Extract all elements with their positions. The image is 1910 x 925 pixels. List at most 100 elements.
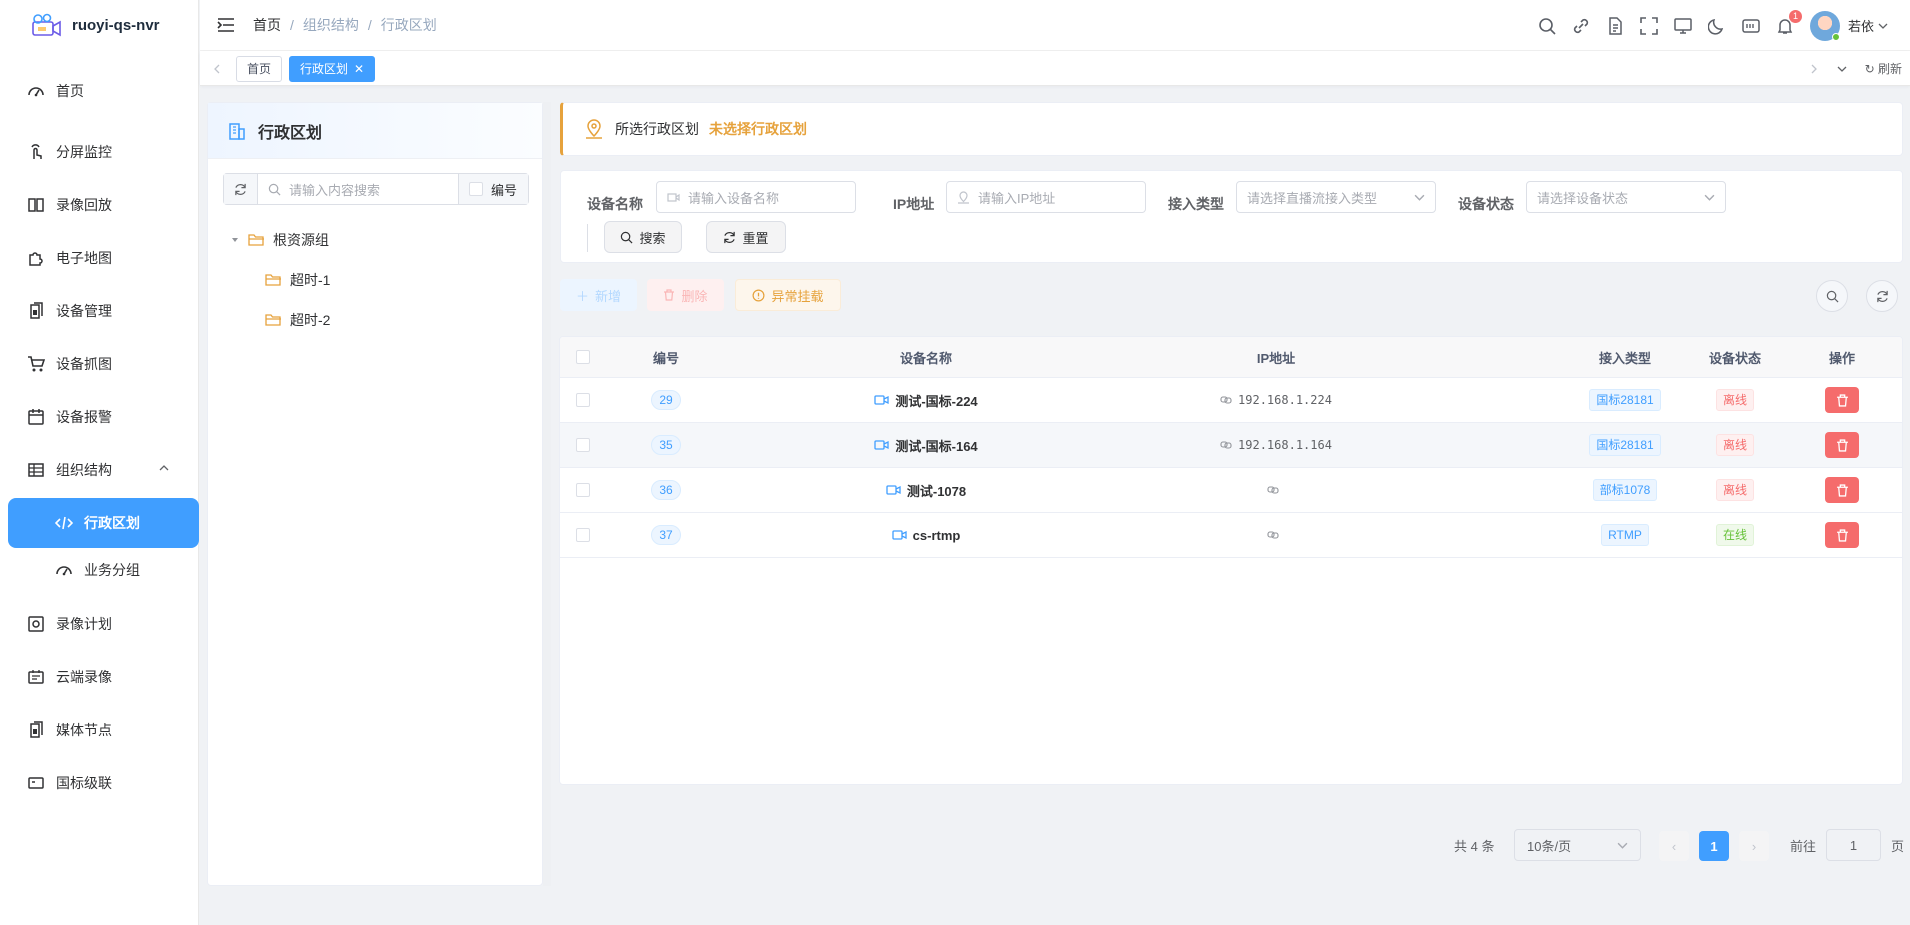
- delete-button[interactable]: 删除: [647, 279, 724, 311]
- next-page-button[interactable]: ›: [1739, 831, 1769, 861]
- chevron-right-icon[interactable]: [1809, 64, 1819, 74]
- row-checkbox[interactable]: [576, 438, 590, 452]
- monitor-icon[interactable]: [1674, 17, 1692, 35]
- row-checkbox[interactable]: [576, 483, 590, 497]
- col-name: 设备名称: [899, 350, 952, 366]
- notification-bell[interactable]: 1: [1776, 9, 1802, 35]
- chevron-down-icon[interactable]: [1878, 21, 1888, 31]
- sidebar-item-6[interactable]: 设备报警: [0, 393, 199, 441]
- search-icon[interactable]: [1538, 17, 1556, 35]
- delete-row-button[interactable]: [1825, 387, 1859, 413]
- reset-button[interactable]: 重置: [706, 221, 786, 253]
- delete-row-button[interactable]: [1825, 522, 1859, 548]
- device-name[interactable]: 测试-1078: [907, 481, 966, 500]
- toggle-search-button[interactable]: [1816, 280, 1848, 312]
- row-checkbox[interactable]: [576, 393, 590, 407]
- region-tree-panel: 行政区划 请输入内容搜索 编号 根资源组 超时-1 超时-2: [207, 102, 543, 886]
- sidebar-item-3[interactable]: 电子地图: [0, 234, 199, 282]
- device-name-placeholder: 请输入设备名称: [688, 190, 780, 206]
- device-name[interactable]: cs-rtmp: [913, 528, 961, 543]
- status-select[interactable]: 请选择设备状态: [1526, 181, 1726, 213]
- sidebar-item-7[interactable]: 组织结构: [0, 446, 199, 494]
- delete-row-button[interactable]: [1825, 432, 1859, 458]
- checkbox[interactable]: [469, 182, 483, 196]
- access-type-select[interactable]: 请选择直播流接入类型: [1236, 181, 1436, 213]
- col-id: 编号: [652, 350, 679, 366]
- search-button[interactable]: 搜索: [604, 221, 682, 253]
- sidebar-item-9[interactable]: 业务分组: [0, 546, 199, 594]
- sidebar-item-2[interactable]: 录像回放: [0, 181, 199, 229]
- abnormal-mount-label: 异常挂载: [771, 288, 824, 304]
- tree-refresh-button[interactable]: [224, 174, 258, 204]
- device-name[interactable]: 测试-国标-164: [895, 436, 977, 455]
- device-id: 35: [651, 435, 681, 455]
- page-size-select[interactable]: 10条/页: [1514, 829, 1641, 861]
- sidebar-item-13[interactable]: 国标级联: [0, 759, 199, 807]
- table-row[interactable]: 37 cs-rtmp RTMP 在线: [560, 513, 1902, 558]
- app-logo[interactable]: ruoyi-qs-nvr: [0, 0, 198, 51]
- select-all-checkbox[interactable]: [576, 350, 590, 364]
- tag-home[interactable]: 首页: [236, 56, 283, 82]
- number-checkbox[interactable]: 编号: [458, 174, 528, 204]
- size-icon[interactable]: [1742, 17, 1760, 35]
- device-ip: 192.168.1.164: [1238, 438, 1332, 452]
- add-button[interactable]: ＋ 新增: [560, 279, 637, 311]
- table-row[interactable]: 29 测试-国标-224 192.168.1.224 国标28181 离线: [560, 378, 1902, 423]
- link-icon: [1267, 486, 1279, 494]
- sidebar-item-1[interactable]: 分屏监控: [0, 128, 199, 176]
- tag-active[interactable]: 行政区划 ✕: [289, 56, 376, 82]
- link-icon: [1220, 396, 1232, 404]
- avatar[interactable]: [1809, 10, 1840, 41]
- sidebar-item-4[interactable]: 设备管理: [0, 287, 199, 335]
- caret-down-icon[interactable]: [230, 235, 240, 245]
- table-row[interactable]: 35 测试-国标-164 192.168.1.164 国标28181 离线: [560, 423, 1902, 468]
- sidebar-item-label: 设备报警: [56, 409, 112, 425]
- breadcrumb-current: 行政区划: [380, 17, 437, 33]
- tree-node-root[interactable]: 根资源组: [230, 230, 329, 250]
- page-number[interactable]: 1: [1699, 831, 1729, 861]
- hamburger-icon[interactable]: [217, 16, 235, 34]
- tree-node-child[interactable]: 超时-1: [265, 270, 330, 290]
- link-icon[interactable]: [1572, 17, 1590, 35]
- sidebar-item-5[interactable]: 设备抓图: [0, 340, 199, 388]
- ip-label: IP地址: [893, 196, 935, 212]
- tree-node-child[interactable]: 超时-2: [265, 310, 330, 330]
- abnormal-mount-button[interactable]: 异常挂载: [735, 279, 841, 311]
- refresh-button[interactable]: ↻ 刷新: [1865, 60, 1902, 77]
- sidebar-item-11[interactable]: 云端录像: [0, 653, 199, 701]
- device-name[interactable]: 测试-国标-224: [895, 391, 977, 410]
- goto-page-input[interactable]: 1: [1826, 829, 1881, 861]
- refresh-icon: [1876, 290, 1888, 302]
- ip-input[interactable]: 请输入IP地址: [946, 181, 1146, 213]
- location-icon: [586, 119, 602, 139]
- link-icon: [1220, 441, 1232, 449]
- link-icon: [1267, 531, 1279, 539]
- tree-search-input[interactable]: 请输入内容搜索: [258, 174, 458, 204]
- delete-row-button[interactable]: [1825, 477, 1859, 503]
- device-name-input[interactable]: 请输入设备名称: [656, 181, 856, 213]
- breadcrumb-home[interactable]: 首页: [253, 15, 281, 35]
- user-name[interactable]: 若依: [1848, 16, 1874, 35]
- document-icon[interactable]: [1606, 16, 1624, 35]
- search-icon: [268, 183, 281, 195]
- access-type-tag: 国标28181: [1589, 389, 1661, 411]
- sidebar-item-0[interactable]: 首页: [0, 67, 199, 115]
- ip-placeholder: 请输入IP地址: [978, 190, 1056, 206]
- close-icon[interactable]: ✕: [354, 62, 364, 76]
- folder-icon: [265, 314, 281, 326]
- refresh-table-button[interactable]: [1866, 280, 1898, 312]
- moon-icon[interactable]: [1707, 17, 1726, 35]
- row-checkbox[interactable]: [576, 528, 590, 542]
- pane-splitter[interactable]: [543, 102, 551, 886]
- chevron-down-icon[interactable]: [1837, 64, 1847, 74]
- device-table: 编号 设备名称 IP地址 接入类型 设备状态 操作 29 测试-国标-224 192…: [559, 336, 1903, 785]
- sidebar-item-12[interactable]: 媒体节点: [0, 706, 199, 754]
- sidebar-item-10[interactable]: 录像计划: [0, 600, 199, 648]
- fullscreen-icon[interactable]: [1640, 16, 1658, 35]
- sidebar-item-8[interactable]: 行政区划: [8, 498, 199, 548]
- prev-page-button[interactable]: ‹: [1659, 831, 1689, 861]
- building-icon: [229, 122, 245, 140]
- table-row[interactable]: 36 测试-1078 部标1078 离线: [560, 468, 1902, 513]
- chevron-left-icon[interactable]: [212, 64, 222, 74]
- alert-value: 未选择行政区划: [709, 121, 807, 137]
